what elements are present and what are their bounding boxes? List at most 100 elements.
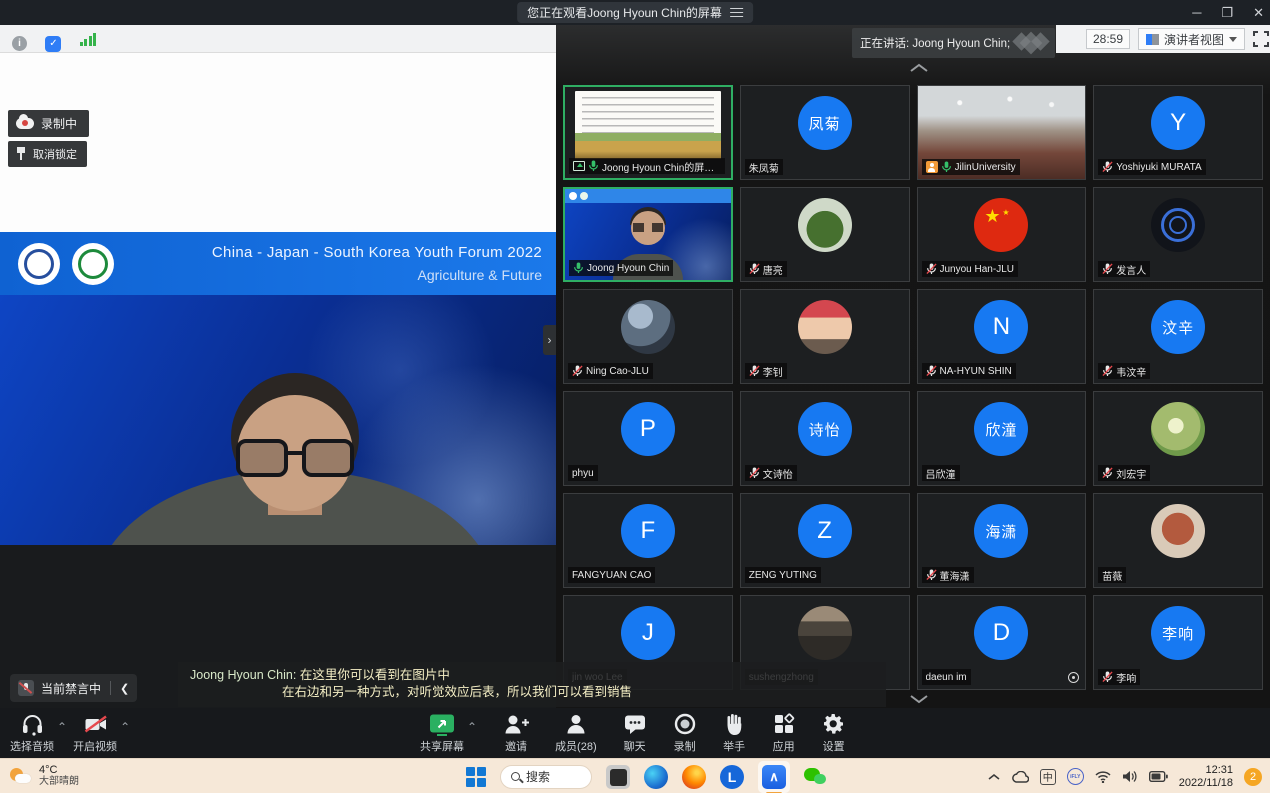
participant-name: 文诗怡: [763, 466, 793, 481]
tray-expand-icon[interactable]: [988, 773, 1000, 781]
clock-date: 2022/11/18: [1179, 777, 1233, 790]
taskbar-search[interactable]: 搜索: [500, 765, 592, 789]
collapse-left-icon[interactable]: ❮: [120, 682, 129, 695]
participant-avatar: [798, 300, 852, 354]
focus-target-icon[interactable]: [1068, 672, 1079, 683]
speaker-video-stage[interactable]: China - Japan - South Korea Youth Forum …: [0, 53, 556, 708]
participant-label: ZENG YUTING: [745, 567, 821, 583]
toolbar-camera-off-button[interactable]: 开启视频: [73, 712, 117, 754]
scroll-up-icon[interactable]: [908, 62, 930, 74]
mic-muted-icon: [1102, 161, 1113, 173]
meeting-info-icon[interactable]: i: [12, 36, 27, 51]
taskbar-weather[interactable]: 4°C 大部晴朗: [0, 764, 79, 788]
toolbar-members-button[interactable]: 成员(28): [555, 712, 597, 754]
participant-label: FANGYUAN CAO: [568, 567, 655, 583]
participant-tile[interactable]: 诗怡文诗怡: [740, 391, 910, 486]
participant-tile[interactable]: FFANGYUAN CAO: [563, 493, 733, 588]
toolbar-raise-hand-button[interactable]: 举手: [723, 712, 746, 754]
toolbar-record-button[interactable]: 录制: [673, 712, 697, 754]
participant-avatar: P: [621, 402, 675, 456]
security-shield-icon[interactable]: ✓: [45, 36, 61, 52]
participant-tile[interactable]: 凤菊朱凤菊: [740, 85, 910, 180]
chevron-up-icon[interactable]: ⌃: [57, 720, 67, 734]
volume-icon[interactable]: [1122, 770, 1138, 783]
participant-tile[interactable]: 海潇董海潇: [917, 493, 1087, 588]
speaker-portrait: [0, 295, 556, 545]
minimize-button[interactable]: ─: [1192, 5, 1201, 20]
participant-tile[interactable]: Joong Hyoun Chin的屏幕共...: [563, 85, 733, 180]
participant-tile[interactable]: 欣潼吕欣潼: [917, 391, 1087, 486]
meeting-timer: 28:59: [1086, 29, 1130, 49]
participant-label: 朱凤菊: [745, 159, 783, 175]
participant-tile[interactable]: 汶辛韦汶辛: [1093, 289, 1263, 384]
unpin-button[interactable]: 取消锁定: [8, 141, 87, 167]
taskbar-clock[interactable]: 12:31 2022/11/18: [1179, 764, 1233, 790]
ifly-tray-icon[interactable]: iFLY: [1067, 768, 1084, 785]
participant-label: phyu: [568, 465, 598, 481]
participant-tile[interactable]: 苗薇: [1093, 493, 1263, 588]
meeting-controls-strip: 28:59 演讲者视图: [1056, 25, 1270, 53]
toolbar-label: 设置: [823, 738, 845, 754]
edge-browser-icon[interactable]: [644, 765, 668, 789]
onedrive-cloud-icon[interactable]: [1011, 771, 1029, 783]
participant-tile[interactable]: 唐亮: [740, 187, 910, 282]
participant-tile[interactable]: 发言人: [1093, 187, 1263, 282]
host-person-icon: [926, 161, 938, 173]
headset-icon: [20, 712, 45, 736]
notification-badge[interactable]: 2: [1244, 768, 1262, 786]
participant-label: 董海潇: [922, 567, 974, 583]
mic-muted-icon: [926, 569, 937, 581]
participant-tile[interactable]: Ning Cao-JLU: [563, 289, 733, 384]
panel-collapse-handle[interactable]: ›: [543, 325, 556, 355]
invite-icon: [503, 712, 529, 736]
toolbar-share-screen-button[interactable]: 共享屏幕: [420, 712, 464, 754]
participant-tile[interactable]: YYoshiyuki MURATA: [1093, 85, 1263, 180]
chevron-up-icon[interactable]: ⌃: [467, 720, 477, 734]
caption-line1: 在这里你可以看到在图片中: [300, 668, 450, 682]
start-button[interactable]: [466, 767, 486, 787]
participant-name: 吕欣潼: [926, 466, 956, 481]
participant-tile[interactable]: Joong Hyoun Chin: [563, 187, 733, 282]
wechat-icon[interactable]: [804, 765, 828, 789]
share-screen-icon: [429, 712, 455, 736]
participant-tile[interactable]: 刘宏宇: [1093, 391, 1263, 486]
toolbar-chat-button[interactable]: 聊天: [623, 712, 647, 754]
toolbar-label: 成员(28): [555, 738, 597, 754]
participant-avatar: 海潇: [974, 504, 1028, 558]
close-button[interactable]: ✕: [1253, 5, 1264, 21]
restore-button[interactable]: ❐: [1221, 5, 1233, 21]
toolbar-apps-button[interactable]: 应用: [772, 712, 796, 754]
recording-indicator[interactable]: 录制中: [8, 110, 89, 137]
file-explorer-icon[interactable]: [606, 765, 630, 789]
wifi-icon[interactable]: [1095, 771, 1111, 783]
battery-icon[interactable]: [1149, 771, 1168, 782]
meeting-toolbar: 选择音频⌃开启视频⌃ 共享屏幕⌃邀请成员(28)聊天录制举手应用设置 iFLY …: [0, 708, 1270, 758]
camera-off-icon: [83, 712, 108, 736]
participant-tile[interactable]: ZZENG YUTING: [740, 493, 910, 588]
scroll-down-icon[interactable]: [908, 693, 930, 705]
participants-grid: Joong Hyoun Chin的屏幕共...凤菊朱凤菊JilinUnivers…: [563, 85, 1263, 690]
participant-avatar: N: [974, 300, 1028, 354]
toolbar-headset-button[interactable]: 选择音频: [10, 712, 54, 754]
participant-tile[interactable]: NNA-HYUN SHIN: [917, 289, 1087, 384]
ime-indicator[interactable]: 中: [1040, 769, 1056, 785]
participant-avatar: [1151, 198, 1205, 252]
toolbar-settings-button[interactable]: 设置: [822, 712, 846, 754]
view-mode-button[interactable]: 演讲者视图: [1138, 28, 1245, 50]
meeting-app-icon[interactable]: ∧: [758, 761, 790, 793]
participant-tile[interactable]: 李响李响: [1093, 595, 1263, 690]
firefox-browser-icon[interactable]: [682, 765, 706, 789]
participant-tile[interactable]: JilinUniversity: [917, 85, 1087, 180]
forum-banner: China - Japan - South Korea Youth Forum …: [0, 232, 556, 295]
participant-tile[interactable]: 李钊: [740, 289, 910, 384]
toolbar-label: 邀请: [505, 738, 527, 754]
l-app-icon[interactable]: L: [720, 765, 744, 789]
participant-tile[interactable]: Ddaeun im: [917, 595, 1087, 690]
chevron-up-icon[interactable]: ⌃: [120, 720, 130, 734]
fullscreen-icon[interactable]: [1253, 31, 1269, 47]
share-menu-icon[interactable]: [730, 8, 743, 17]
participant-tile[interactable]: ★★Junyou Han-JLU: [917, 187, 1087, 282]
muted-status-pill[interactable]: 当前禁言中 ❮: [10, 674, 137, 702]
toolbar-invite-button[interactable]: 邀请: [503, 712, 529, 754]
participant-tile[interactable]: Pphyu: [563, 391, 733, 486]
